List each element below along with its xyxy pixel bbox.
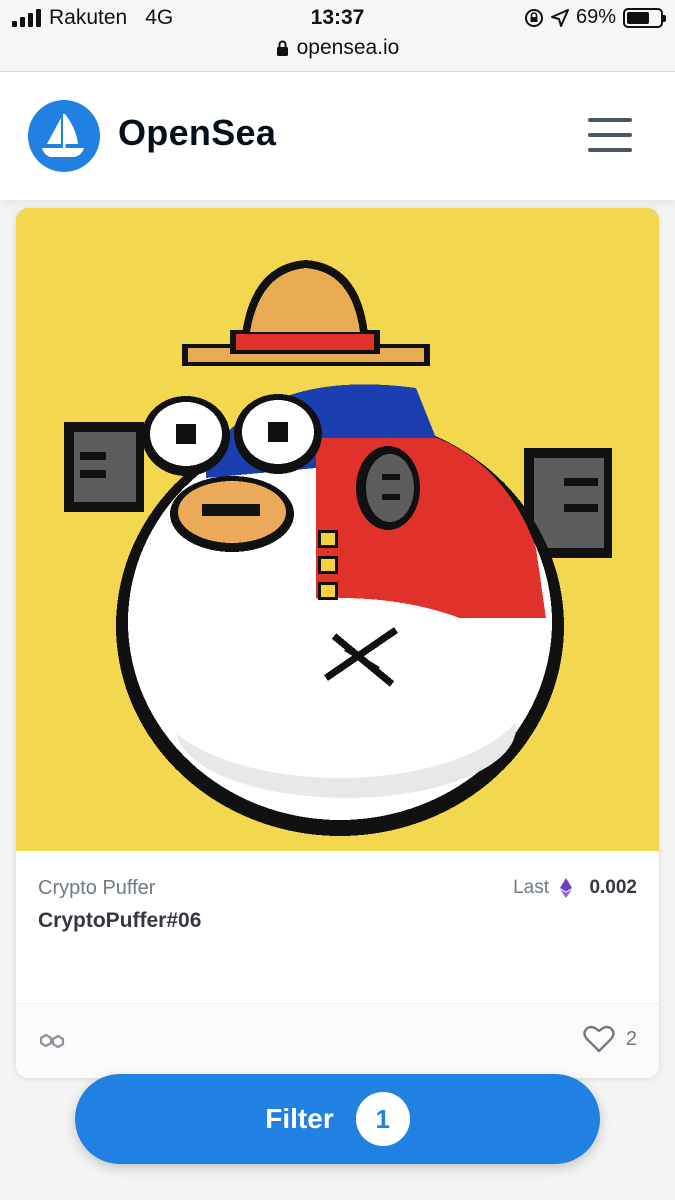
url-bar[interactable]: opensea.io	[0, 36, 675, 60]
opensea-logo[interactable]	[28, 100, 100, 172]
battery-percent: 69%	[575, 6, 616, 28]
price-label: Last	[513, 877, 549, 898]
status-bar: Rakuten 4G 13:37 69% opensea.io	[0, 0, 675, 72]
filter-button[interactable]: Filter 1	[75, 1074, 600, 1164]
nft-name[interactable]: CryptoPuffer#06	[38, 909, 201, 933]
price-value: 0.002	[589, 877, 637, 898]
nft-info: Crypto Puffer CryptoPuffer#06 Last 0.002	[16, 851, 659, 1003]
url-text: opensea.io	[296, 36, 400, 59]
crypto-puffer-pixel-art	[64, 260, 612, 836]
ship-icon	[42, 114, 84, 157]
status-right: 69%	[524, 6, 666, 29]
battery-icon	[623, 7, 666, 28]
heart-icon[interactable]	[583, 1024, 615, 1054]
filter-count-badge: 1	[355, 1092, 410, 1146]
brand-name[interactable]: OpenSea	[118, 112, 276, 154]
collection-name[interactable]: Crypto Puffer	[38, 877, 155, 900]
orientation-lock-icon	[524, 8, 543, 27]
polygon-chain-icon	[39, 1033, 65, 1049]
ethereum-icon	[560, 878, 572, 898]
filter-label: Filter	[265, 1103, 334, 1134]
site-header: OpenSea	[0, 72, 675, 200]
like-count: 2	[625, 1028, 637, 1050]
nft-card[interactable]: Crypto Puffer CryptoPuffer#06 Last 0.002…	[16, 208, 659, 1078]
nft-image[interactable]	[16, 208, 659, 851]
lock-icon	[276, 40, 288, 56]
card-footer: 2	[16, 1003, 659, 1078]
location-arrow-icon	[550, 8, 569, 27]
hamburger-menu-icon[interactable]	[582, 118, 638, 158]
